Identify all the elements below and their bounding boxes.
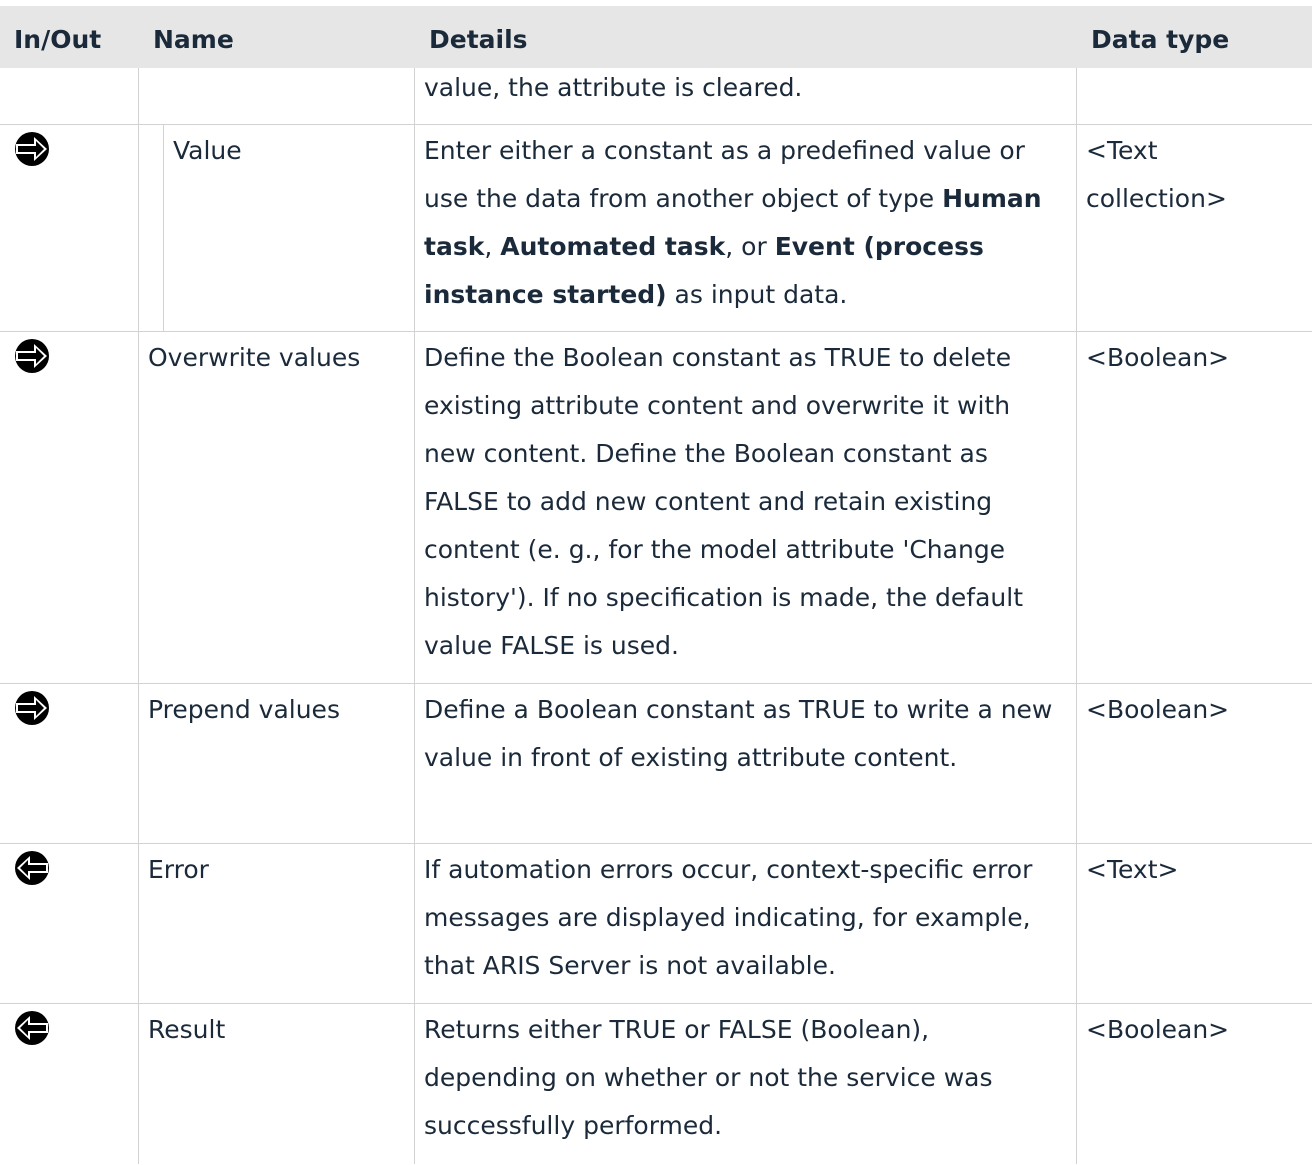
details-cell: If automation errors occur, context-spec… bbox=[424, 855, 1033, 980]
data-type-cell: <Text collection> bbox=[1086, 136, 1227, 213]
details-cell: value, the attribute is cleared. bbox=[424, 73, 803, 102]
details-cell: Define the Boolean constant as TRUE to d… bbox=[424, 343, 1023, 660]
details-cell: Enter either a constant as a predefined … bbox=[415, 125, 1077, 331]
header-data-type: Data type bbox=[1091, 25, 1230, 54]
data-type-cell: <Boolean> bbox=[1086, 695, 1230, 724]
name-cell: Prepend values bbox=[148, 695, 340, 724]
data-type-cell: <Boolean> bbox=[1086, 1015, 1230, 1044]
output-arrow-icon bbox=[15, 851, 49, 885]
table-header: In/Out Name Details Data type bbox=[0, 6, 1312, 68]
table-row: Overwrite values Define the Boolean cons… bbox=[0, 332, 1312, 684]
name-cell: Value bbox=[173, 136, 242, 165]
name-cell: Overwrite values bbox=[148, 343, 361, 372]
name-cell: Result bbox=[148, 1015, 226, 1044]
table-row: Prepend values Define a Boolean constant… bbox=[0, 684, 1312, 844]
input-arrow-icon bbox=[15, 132, 49, 166]
details-cell: Returns either TRUE or FALSE (Boolean), … bbox=[424, 1015, 993, 1140]
data-type-cell: <Boolean> bbox=[1086, 343, 1230, 372]
input-arrow-icon bbox=[15, 691, 49, 725]
header-name: Name bbox=[153, 25, 234, 54]
parameter-table: In/Out Name Details Data type value, the… bbox=[0, 6, 1312, 1164]
output-arrow-icon bbox=[15, 1011, 49, 1045]
table-row: Value Enter either a constant as a prede… bbox=[0, 125, 1312, 332]
indent-rule bbox=[139, 125, 164, 331]
header-in-out: In/Out bbox=[14, 25, 102, 54]
table-row: Error If automation errors occur, contex… bbox=[0, 844, 1312, 1004]
table-row: Result Returns either TRUE or FALSE (Boo… bbox=[0, 1004, 1312, 1164]
data-type-cell: <Text> bbox=[1086, 855, 1179, 884]
table-row: value, the attribute is cleared. bbox=[0, 68, 1312, 125]
details-cell: Define a Boolean constant as TRUE to wri… bbox=[424, 695, 1053, 772]
header-details: Details bbox=[429, 25, 528, 54]
name-cell: Error bbox=[148, 855, 209, 884]
input-arrow-icon bbox=[15, 339, 49, 373]
